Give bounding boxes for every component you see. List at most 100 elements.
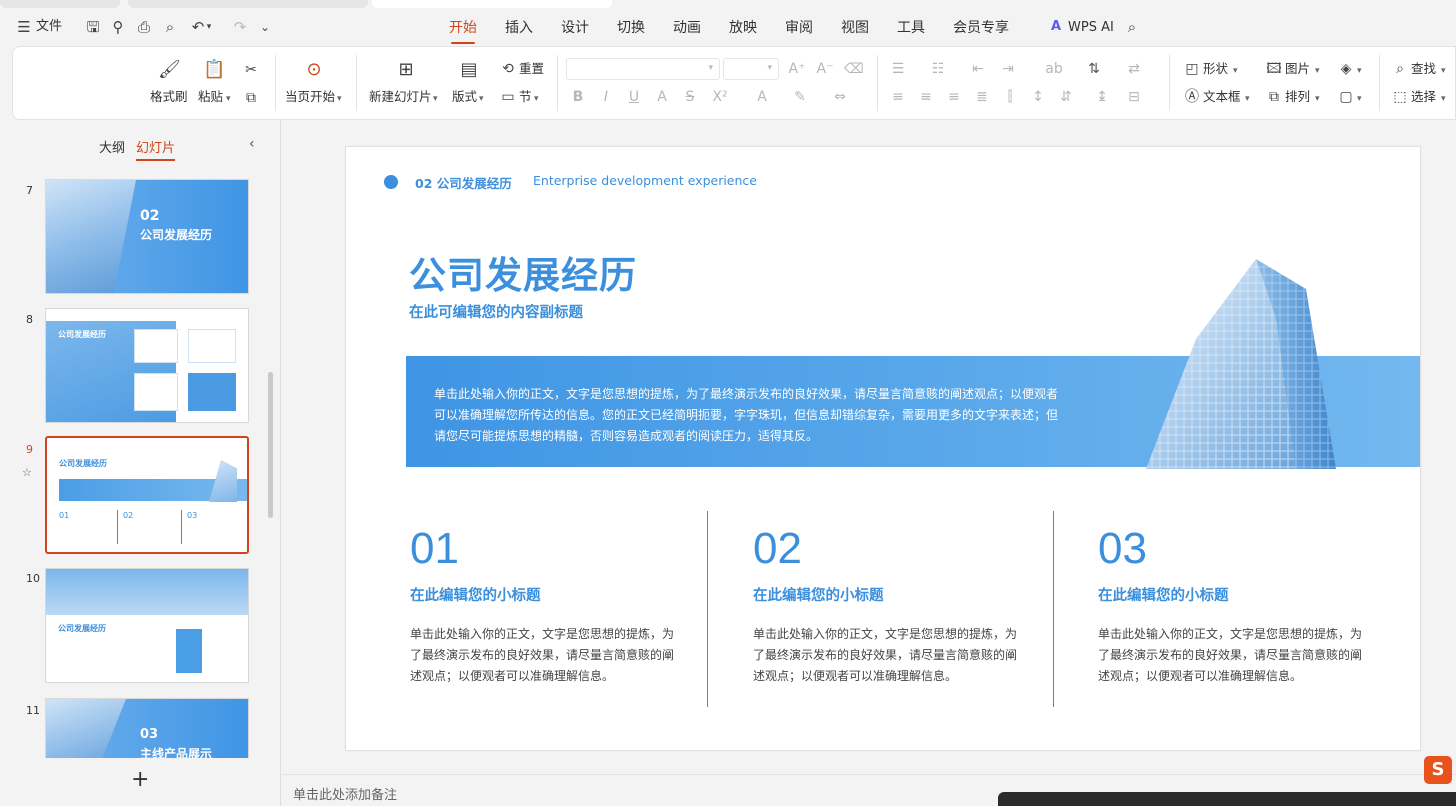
section-icon[interactable]: ▭: [499, 88, 517, 106]
textbox-dropdown-icon[interactable]: ▾: [1245, 91, 1250, 107]
wps-ai-icon[interactable]: A: [1046, 17, 1066, 37]
select-icon[interactable]: ⬚: [1391, 88, 1409, 106]
layout-label[interactable]: 版式: [452, 89, 477, 105]
column-text[interactable]: 单击此处输入你的正文，文字是您思想的提炼，为了最终演示发布的良好效果，请尽量言简…: [753, 624, 1019, 687]
align-center-icon[interactable]: ≡: [917, 88, 935, 106]
shadow-icon[interactable]: A: [653, 88, 671, 106]
layout-dropdown-icon[interactable]: ▾: [479, 91, 484, 107]
window-tab[interactable]: [0, 0, 120, 8]
section-label[interactable]: 02 公司发展经历: [415, 173, 512, 192]
ime-logo-icon[interactable]: S: [1424, 756, 1452, 784]
column-number[interactable]: 02: [753, 524, 802, 574]
layout-icon[interactable]: ▤: [458, 59, 480, 81]
tab-slides[interactable]: 幻灯片: [136, 137, 176, 161]
play-icon[interactable]: ⊙: [303, 59, 325, 81]
find-dropdown-icon[interactable]: ▾: [1441, 63, 1446, 79]
distribute-icon[interactable]: ⫿: [1001, 88, 1019, 106]
tab-outline[interactable]: 大纲: [99, 137, 125, 156]
section-dropdown-icon[interactable]: ▾: [534, 91, 539, 107]
font-color-icon[interactable]: A: [753, 88, 771, 106]
tab-home[interactable]: 开始: [449, 18, 477, 44]
find-label[interactable]: 查找: [1411, 61, 1436, 77]
arrange-icon[interactable]: ⧉: [1265, 88, 1283, 106]
select-dropdown-icon[interactable]: ▾: [1441, 91, 1446, 107]
convert-icon[interactable]: ⇄: [1125, 60, 1143, 78]
star-icon[interactable]: ☆: [22, 466, 32, 479]
cut-icon[interactable]: ✂: [242, 61, 260, 79]
format-painter-icon[interactable]: 🖌: [158, 59, 181, 81]
align-left-icon[interactable]: ≡: [889, 88, 907, 106]
italic-icon[interactable]: I: [597, 88, 615, 106]
tab-animations[interactable]: 动画: [673, 18, 701, 38]
slide-thumbnail[interactable]: 公司发展经历: [45, 568, 249, 683]
paste-dropdown-icon[interactable]: ▾: [226, 91, 231, 107]
align-right-icon[interactable]: ≡: [945, 88, 963, 106]
strikethrough-icon[interactable]: S: [681, 88, 699, 106]
undo-dropdown-icon[interactable]: ▾: [203, 17, 215, 37]
increase-font-icon[interactable]: A⁺: [788, 60, 806, 78]
format-painter-label[interactable]: 格式刷: [150, 89, 188, 105]
textbox-icon[interactable]: Ⓐ: [1183, 88, 1201, 106]
tab-insert[interactable]: 插入: [505, 18, 533, 38]
play-from-current-label[interactable]: 当页开始: [285, 89, 335, 105]
tab-review[interactable]: 审阅: [785, 18, 813, 38]
tab-tools[interactable]: 工具: [897, 18, 925, 38]
new-slide-icon[interactable]: ⊞: [395, 59, 417, 81]
arrange-dropdown-icon[interactable]: ▾: [1315, 91, 1320, 107]
column-heading[interactable]: 在此编辑您的小标题: [410, 584, 541, 605]
column-number[interactable]: 03: [1098, 524, 1147, 574]
fill-icon[interactable]: ◈: [1337, 60, 1355, 78]
increase-indent-icon[interactable]: ⇥: [999, 60, 1017, 78]
superscript-icon[interactable]: X²: [711, 88, 729, 106]
outline-icon[interactable]: ▢: [1337, 88, 1355, 106]
clear-format-icon[interactable]: ⌫: [844, 60, 864, 78]
bullets-icon[interactable]: ☰: [889, 60, 907, 78]
picture-icon[interactable]: 🖾: [1265, 60, 1283, 78]
slide-editor[interactable]: 02 公司发展经历 Enterprise development experie…: [345, 146, 1421, 751]
window-tab-active[interactable]: [372, 0, 612, 8]
column-number[interactable]: 01: [410, 524, 459, 574]
text-direction-icon[interactable]: ⇵: [1057, 88, 1075, 106]
wps-ai-button[interactable]: WPS AI: [1068, 18, 1114, 38]
tab-slideshow[interactable]: 放映: [729, 18, 757, 38]
font-family-combo[interactable]: ▾: [566, 58, 720, 80]
slide-title[interactable]: 公司发展经历: [409, 245, 637, 299]
paste-icon[interactable]: 📋: [203, 59, 225, 81]
outline-dropdown-icon[interactable]: ▾: [1357, 91, 1362, 107]
reset-icon[interactable]: ⟲: [499, 60, 517, 78]
add-slide-button[interactable]: +: [131, 767, 149, 792]
shape-dropdown-icon[interactable]: ▾: [1233, 63, 1238, 79]
font-size-combo[interactable]: ▾: [723, 58, 779, 80]
link-icon[interactable]: ⚲: [108, 17, 128, 37]
arrange-label[interactable]: 排列: [1285, 89, 1310, 105]
section-label[interactable]: 节: [519, 89, 532, 105]
underline-icon[interactable]: U: [625, 88, 643, 106]
tab-view[interactable]: 视图: [841, 18, 869, 38]
sort-icon[interactable]: ⇅: [1085, 60, 1103, 78]
paste-label[interactable]: 粘贴: [198, 89, 223, 105]
print-icon[interactable]: ⎙: [134, 17, 154, 37]
column-heading[interactable]: 在此编辑您的小标题: [753, 584, 884, 605]
collapse-pane-icon[interactable]: ‹: [249, 136, 255, 152]
thumbnail-scrollbar[interactable]: [268, 372, 273, 518]
new-slide-dropdown-icon[interactable]: ▾: [433, 91, 438, 107]
decrease-font-icon[interactable]: A⁻: [816, 60, 834, 78]
justify-icon[interactable]: ≣: [973, 88, 991, 106]
column-text[interactable]: 单击此处输入你的正文，文字是您思想的提炼，为了最终演示发布的良好效果，请尽量言简…: [1098, 624, 1364, 687]
section-english[interactable]: Enterprise development experience: [533, 173, 757, 188]
line-spacing-2-icon[interactable]: ↨: [1093, 88, 1111, 106]
slide-thumbnail[interactable]: 03 主线产品展示: [45, 698, 249, 758]
line-spacing-icon[interactable]: ab: [1045, 60, 1063, 78]
search-icon[interactable]: ⌕: [1122, 17, 1142, 37]
play-dropdown-icon[interactable]: ▾: [337, 91, 342, 107]
banner-text[interactable]: 单击此处输入你的正文，文字是您思想的提炼，为了最终演示发布的良好效果，请尽量言简…: [434, 384, 1062, 447]
new-slide-label[interactable]: 新建幻灯片: [369, 89, 432, 105]
text-align-icon[interactable]: ⊟: [1125, 88, 1143, 106]
window-tab[interactable]: [128, 0, 368, 8]
redo-icon[interactable]: ↷: [230, 17, 250, 37]
copy-icon[interactable]: ⧉: [242, 89, 260, 107]
numbering-icon[interactable]: ☷: [929, 60, 947, 78]
file-menu[interactable]: 文件: [36, 17, 62, 37]
slide-thumbnail[interactable]: 02 公司发展经历: [45, 179, 249, 294]
print-preview-icon[interactable]: ⌕: [160, 17, 180, 37]
